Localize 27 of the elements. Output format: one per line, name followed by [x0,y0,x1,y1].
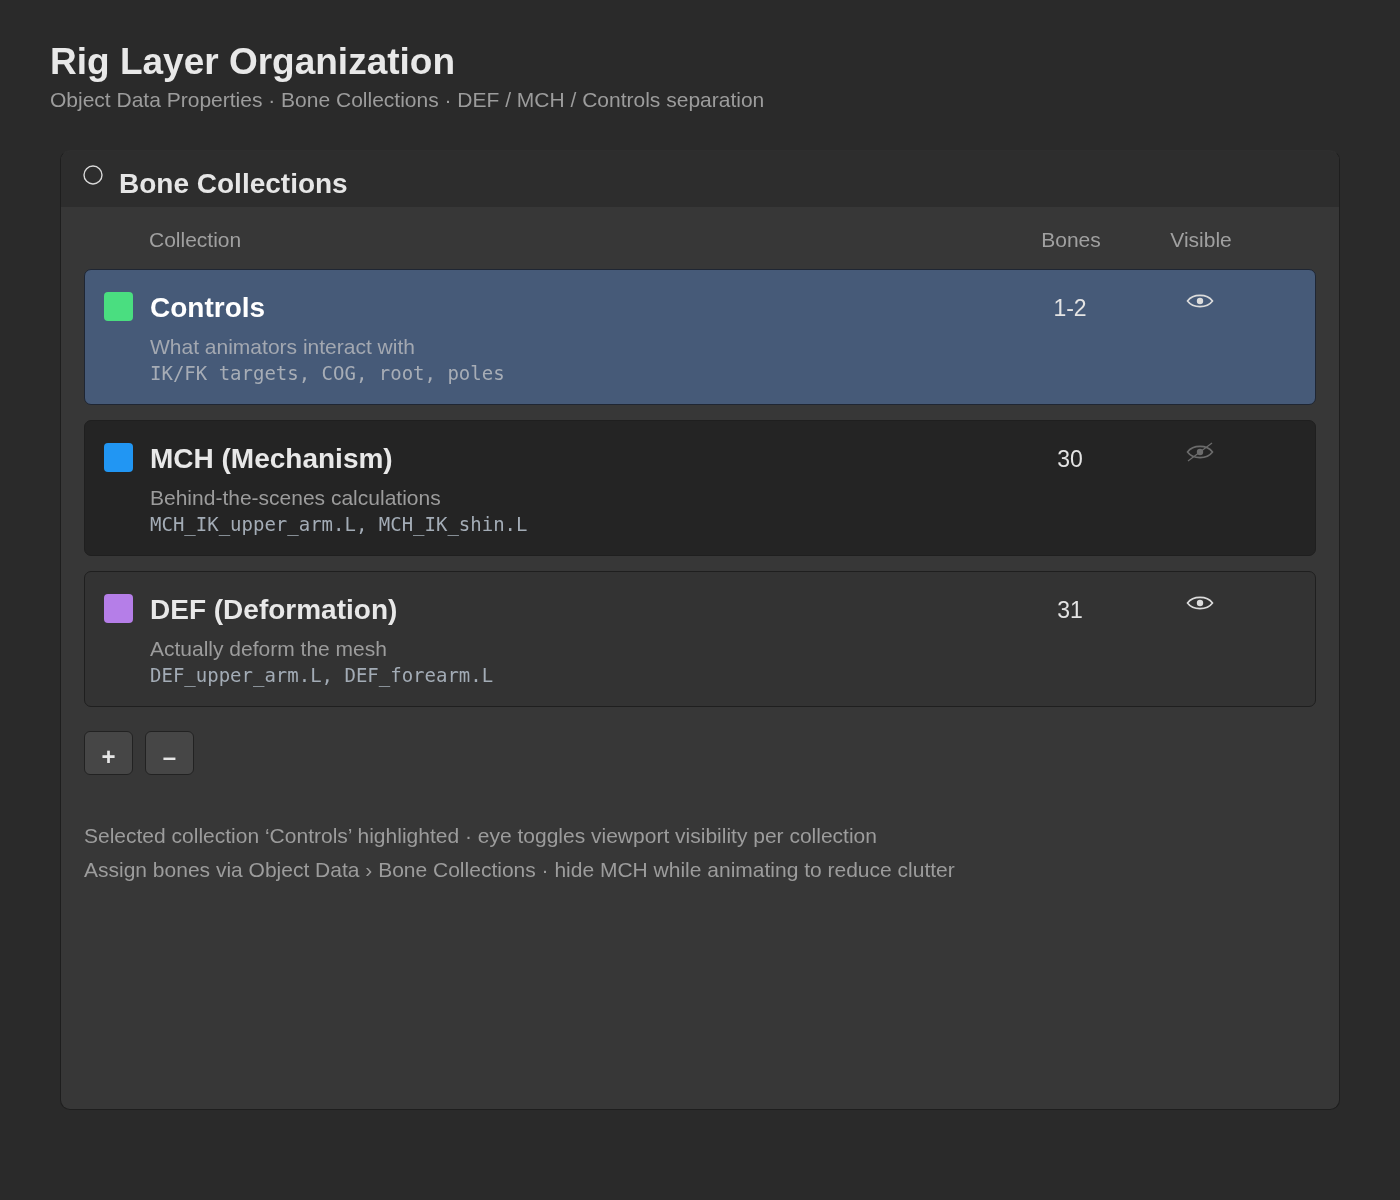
footnote: Selected collection ‘Controls’ highlighted · eye toggles viewport visibility per collection [84,823,877,849]
collection-name: MCH (Mechanism) [150,442,393,476]
column-header: Visible [1170,227,1232,253]
bone-count: 1-2 [1053,294,1087,323]
eye-slashed-icon[interactable] [1186,442,1214,462]
column-header: Bones [1041,227,1101,253]
collection-name: DEF (Deformation) [150,593,398,627]
collection-description: Behind-the-scenes calculations [150,485,441,511]
panel-title: Bone Collections [119,167,348,201]
bone-count: 30 [1057,445,1083,474]
column-header: Collection [149,227,242,253]
collection-description: What animators interact with [150,334,415,360]
page-title: Rig Layer Organization [50,40,455,84]
bone-names: DEF_upper_arm.L, DEF_forearm.L [150,663,494,687]
collection-row[interactable]: Controls What animators interact with IK/FK targets, COG, root, poles 1-2 [84,269,1316,405]
collection-row[interactable]: DEF (Deformation) Actually deform the mesh DEF_upper_arm.L, DEF_forearm.L 31 [84,571,1316,707]
collection-description: Actually deform the mesh [150,636,387,662]
collection-name: Controls [150,291,266,325]
bone-count: 31 [1057,596,1083,625]
collection-row[interactable]: MCH (Mechanism) Behind-the-scenes calculations MCH_IK_upper_arm.L, MCH_IK_shin.L 30 [84,420,1316,556]
remove-button[interactable]: – [145,731,194,775]
bone-names: IK/FK targets, COG, root, poles [150,361,505,385]
add-button[interactable]: + [84,731,133,775]
footnote: Assign bones via Object Data › Bone Collections · hide MCH while animating to reduce clutter [84,857,955,883]
page-subtitle: Object Data Properties · Bone Collections · DEF / MCH / Controls separation [50,87,765,113]
circle-icon[interactable] [83,165,103,185]
bone-names: MCH_IK_upper_arm.L, MCH_IK_shin.L [150,512,528,536]
